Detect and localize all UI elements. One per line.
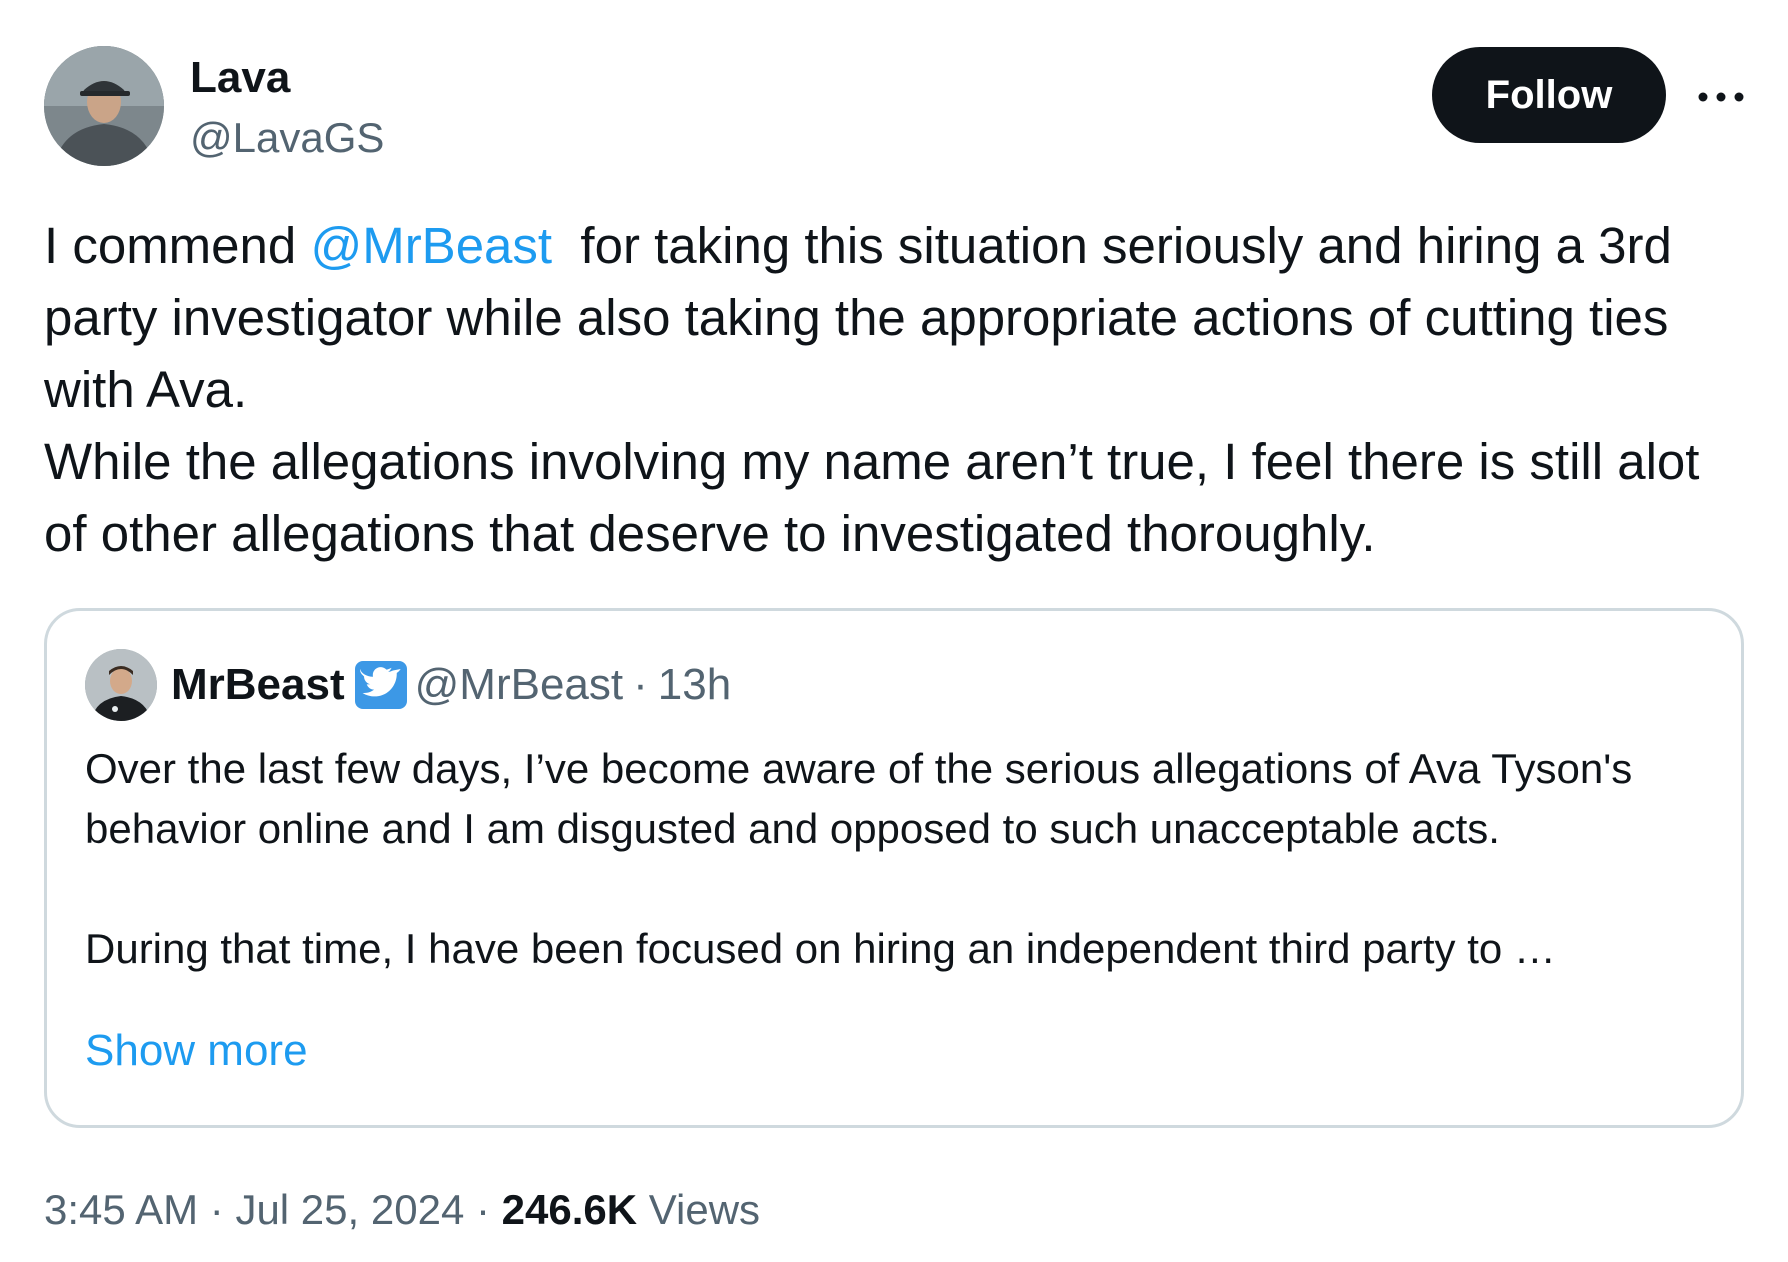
tweet-metadata: 3:45 AM · Jul 25, 2024 · 246.6K Views [44,1180,760,1240]
tweet-paragraph-1: I commend @MrBeast for taking this situa… [44,210,1754,426]
quoted-author-name[interactable]: MrBeast [171,660,345,710]
quoted-paragraph-1: Over the last few days, I’ve become awar… [85,745,1633,852]
tweet-paragraph-2: While the allegations involving my name … [44,433,1700,562]
quoted-tweet-header: MrBeast @MrBeast · 13h [171,655,731,715]
quoted-author-handle[interactable]: @MrBeast [415,660,623,710]
quoted-tweet-card[interactable]: MrBeast @MrBeast · 13h Over the last few… [44,608,1744,1128]
author-display-name[interactable]: Lava [190,50,290,106]
tweet-text: I commend @MrBeast for taking this situa… [44,210,1754,570]
tweet-date[interactable]: Jul 25, 2024 [235,1186,464,1233]
quoted-tweet-text: Over the last few days, I’ve become awar… [85,739,1715,979]
follow-button[interactable]: Follow [1432,47,1666,143]
author-handle[interactable]: @LavaGS [190,110,384,166]
mention-link[interactable]: @MrBeast [310,217,552,274]
quoted-paragraph-2: During that time, I have been focused on… [85,925,1556,972]
quoted-author-avatar[interactable] [85,649,157,721]
quoted-tweet-time[interactable]: 13h [658,660,731,710]
footer-separator: · [209,1186,224,1233]
tweet: Lava @LavaGS Follow I commend @MrBeast f… [0,0,1788,1262]
author-avatar[interactable] [44,46,164,166]
views-label: Views [648,1186,761,1233]
tweet-time[interactable]: 3:45 AM [44,1186,198,1233]
bird-verified-badge-icon [354,661,407,709]
views-count[interactable]: 246.6K [502,1186,637,1233]
avatar-photo-icon [85,649,157,721]
footer-separator: · [475,1186,490,1233]
header-separator: · [633,660,648,709]
more-options-button[interactable] [1696,72,1746,122]
tweet-text-before-mention: I commend [44,217,311,274]
show-more-link[interactable]: Show more [85,1021,308,1081]
more-horizontal-icon [1698,92,1744,102]
avatar-photo-icon [44,46,164,166]
